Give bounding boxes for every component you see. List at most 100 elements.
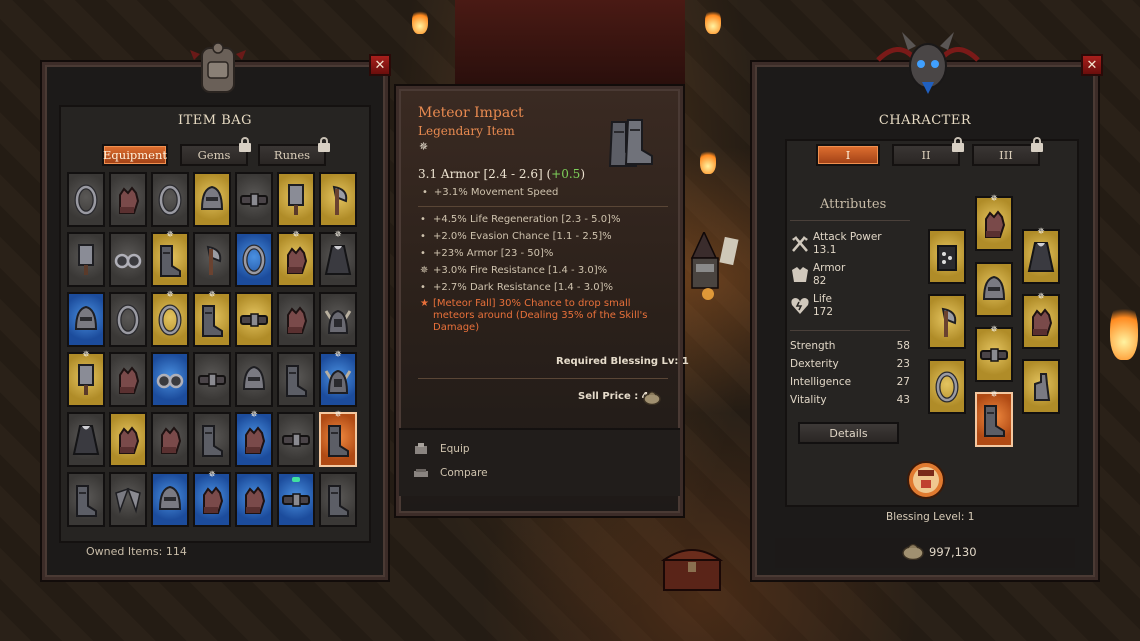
tab-gems[interactable]: Gems — [180, 144, 248, 166]
main-stat-bonus: +0.5 — [551, 167, 581, 181]
inventory-slot[interactable] — [151, 352, 189, 407]
treasure-chest — [660, 549, 724, 591]
inventory-slot[interactable] — [109, 352, 147, 407]
item-bag-title: ITEM BAG — [177, 113, 253, 128]
inventory-slot[interactable] — [319, 292, 357, 347]
equipment-slot[interactable]: ✵ — [975, 325, 1013, 382]
inventory-slot[interactable] — [235, 172, 273, 227]
star-marker-icon: ✵ — [166, 230, 174, 240]
inventory-slot[interactable] — [277, 472, 315, 527]
lock-icon — [318, 137, 330, 152]
tab-loadout-2[interactable]: II — [892, 144, 960, 166]
star-marker-icon: ✵ — [250, 410, 258, 420]
star-marker-icon: ✵ — [166, 290, 174, 300]
inventory-slot[interactable]: ✵ — [235, 410, 273, 467]
owned-items-count: Owned Items: 114 — [86, 545, 187, 558]
inventory-slot[interactable] — [109, 412, 147, 467]
details-button[interactable]: Details — [798, 422, 899, 444]
inventory-slot[interactable] — [277, 172, 315, 227]
inventory-slot[interactable]: ✵ — [193, 290, 231, 347]
ring-icon — [158, 304, 182, 335]
inventory-slot[interactable] — [235, 232, 273, 287]
inventory-slot[interactable]: ✵ — [319, 230, 357, 287]
gloves-icon — [245, 485, 266, 514]
equipment-slot[interactable]: ✵ — [1022, 292, 1060, 349]
inventory-slot[interactable] — [151, 172, 189, 227]
inventory-slot[interactable] — [109, 472, 147, 527]
tab-loadout-3[interactable]: III — [972, 144, 1040, 166]
stat-row: Dexterity 23 — [790, 358, 910, 376]
inventory-slot[interactable] — [277, 412, 315, 467]
item-name: Meteor Impact — [418, 105, 524, 121]
item-star-icon: ✵ — [419, 140, 429, 153]
attack-power-label: Attack Power — [813, 231, 882, 243]
inventory-slot[interactable]: ✵ — [151, 290, 189, 347]
equip-button[interactable]: Equip — [414, 440, 534, 458]
inventory-slot[interactable] — [67, 292, 105, 347]
inventory-slot[interactable] — [67, 472, 105, 527]
boots-icon — [160, 244, 181, 277]
gloves-icon — [203, 485, 224, 514]
inventory-slot[interactable]: ✵ — [193, 470, 231, 527]
inventory-slot[interactable]: ✵ — [277, 230, 315, 287]
inventory-slot[interactable] — [193, 352, 231, 407]
equipment-slot[interactable] — [928, 294, 966, 349]
inventory-slot[interactable]: ✵ — [67, 350, 105, 407]
character-close-button[interactable]: ✕ — [1081, 54, 1103, 76]
inventory-slot[interactable] — [109, 232, 147, 287]
inventory-slot[interactable] — [67, 412, 105, 467]
stat-label: Vitality — [790, 394, 827, 406]
inventory-slot[interactable] — [193, 172, 231, 227]
torch-flame — [705, 8, 721, 34]
stat-text: +2.0% Evasion Chance [1.1 - 2.5]% — [433, 231, 612, 242]
equipment-slot[interactable] — [975, 262, 1013, 317]
gloves-icon — [119, 425, 140, 454]
helmet-icon — [158, 485, 182, 510]
equipment-slot[interactable]: ✵ — [975, 390, 1013, 447]
inventory-slot[interactable] — [151, 472, 189, 527]
inventory-slot[interactable] — [193, 232, 231, 287]
inventory-slot[interactable] — [235, 292, 273, 347]
compare-button[interactable]: Compare — [414, 464, 534, 482]
equipment-slot[interactable]: ✵ — [1022, 227, 1060, 284]
gloves-icon — [119, 365, 140, 394]
inventory-slot[interactable] — [319, 172, 357, 227]
star-marker-icon: ✵ — [82, 350, 90, 360]
boots-icon — [328, 424, 349, 457]
blessing-avatar[interactable] — [906, 460, 946, 500]
inventory-slot[interactable] — [277, 352, 315, 407]
tab-runes[interactable]: Runes — [258, 144, 326, 166]
boots-icon — [984, 404, 1005, 437]
horned-helmet-icon — [324, 369, 352, 394]
tooltip-action-area — [399, 428, 680, 496]
inventory-slot[interactable] — [235, 352, 273, 407]
equipment-slot[interactable] — [1022, 359, 1060, 414]
inventory-slot[interactable]: ✵ — [319, 350, 357, 407]
inventory-slot[interactable] — [67, 172, 105, 227]
inventory-slot[interactable] — [277, 292, 315, 347]
life-value: 172 — [813, 306, 834, 318]
tab-loadout-1[interactable]: I — [816, 144, 880, 166]
tab-equipment[interactable]: Equipment — [102, 144, 168, 166]
inventory-slot[interactable] — [109, 292, 147, 347]
item-main-stat: 3.1 Armor [2.4 - 2.6] (+0.5) — [418, 167, 585, 181]
inventory-slot[interactable] — [67, 232, 105, 287]
base-stat-line: • +3.1% Movement Speed — [422, 187, 558, 198]
inventory-slot[interactable]: ✵ — [151, 230, 189, 287]
inventory-slot[interactable] — [109, 172, 147, 227]
inventory-slot[interactable]: ✵ — [319, 410, 357, 467]
inventory-slot[interactable] — [319, 472, 357, 527]
stat-label: Intelligence — [790, 376, 852, 388]
equipment-slot[interactable]: ✵ — [975, 194, 1013, 251]
equipment-slot[interactable] — [928, 359, 966, 414]
horned-helmet-icon — [324, 309, 352, 334]
inventory-slot[interactable] — [193, 412, 231, 467]
equipment-slot[interactable] — [928, 229, 966, 284]
gloves-icon — [1032, 307, 1053, 336]
inventory-slot[interactable] — [235, 472, 273, 527]
inventory-slot[interactable] — [151, 412, 189, 467]
attack-power-value: 13.1 — [813, 244, 837, 256]
item-bag-close-button[interactable]: ✕ — [369, 54, 391, 76]
gloves-icon — [287, 245, 308, 274]
belt-icon — [980, 347, 1008, 362]
